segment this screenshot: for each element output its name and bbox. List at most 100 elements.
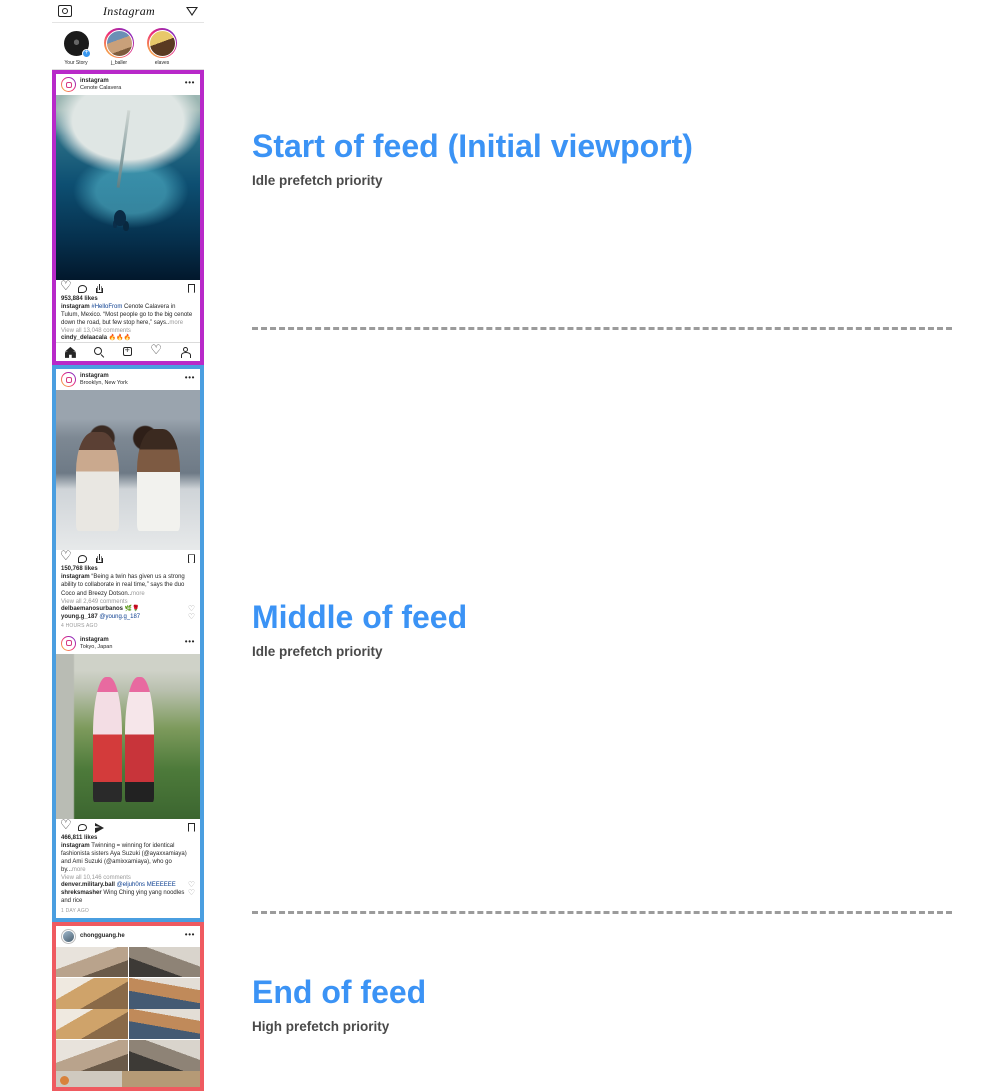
story-item[interactable]: elaves <box>145 28 179 66</box>
feed-card-start: instagram Cenote Calavera ••• 953,884 li… <box>52 70 204 366</box>
post-location[interactable]: Tokyo, Japan <box>80 644 181 650</box>
home-icon[interactable] <box>65 347 76 358</box>
comment-icon[interactable] <box>78 823 88 833</box>
comment-row: cindy_delaacala 🔥🔥🔥 <box>56 334 200 342</box>
igtv-icon[interactable] <box>185 6 198 16</box>
image-tile <box>56 1040 128 1071</box>
view-comments-link[interactable]: View all 13,048 comments <box>56 327 200 334</box>
post-actions <box>56 279 200 296</box>
share-icon[interactable] <box>95 284 105 294</box>
post-username[interactable]: instagram <box>80 78 181 85</box>
story-label: Your Story <box>64 60 88 66</box>
comment-username[interactable]: cindy_delaacala <box>61 335 107 341</box>
image-tile <box>56 946 128 977</box>
share-icon[interactable] <box>95 822 105 833</box>
post-location[interactable]: Brooklyn, New York <box>80 380 181 386</box>
avatar[interactable] <box>61 635 76 651</box>
post-header: chongguang.he ••• <box>56 925 200 947</box>
avatar[interactable] <box>61 77 76 92</box>
avatar <box>105 29 133 57</box>
post-actions <box>56 549 200 566</box>
post-meta: instagram Cenote Calavera <box>80 78 181 91</box>
view-comments-link[interactable]: View all 10,146 comments <box>56 874 200 881</box>
comment-like-icon[interactable]: ♡ <box>188 889 195 897</box>
post-image[interactable] <box>56 946 200 1009</box>
post-header: instagram Cenote Calavera ••• <box>56 74 200 95</box>
comment-username[interactable]: denver.military.ball <box>61 882 115 888</box>
story-item[interactable]: + Your Story <box>59 28 93 66</box>
story-ring: + <box>61 28 91 58</box>
post-caption: instagram “Being a twin has given us a s… <box>56 573 200 597</box>
post-image[interactable] <box>56 95 200 280</box>
bookmark-icon[interactable] <box>185 554 195 564</box>
image-tile <box>128 946 200 977</box>
section-divider <box>252 327 952 330</box>
post-image[interactable] <box>56 653 200 819</box>
activity-heart-icon[interactable] <box>150 343 162 358</box>
post-location[interactable]: Cenote Calavera <box>80 85 181 91</box>
story-item[interactable]: j_baller <box>102 28 136 66</box>
add-story-icon[interactable]: + <box>82 49 91 58</box>
comment-username[interactable]: young.g_187 <box>61 614 98 620</box>
add-post-icon[interactable] <box>122 345 133 358</box>
post-menu-icon[interactable]: ••• <box>185 78 195 91</box>
comment-row: denver.military.ball @eljuh0ns MEEEEEE ♡ <box>56 881 200 889</box>
profile-icon[interactable] <box>180 346 191 359</box>
comment-icon[interactable] <box>78 554 88 564</box>
story-label: j_baller <box>110 60 128 66</box>
caption-username[interactable]: instagram <box>61 843 90 849</box>
bookmark-icon[interactable] <box>185 823 195 833</box>
view-comments-link[interactable]: View all 2,649 comments <box>56 598 200 605</box>
app-topbar: Instagram <box>52 0 204 23</box>
post-menu-icon[interactable]: ••• <box>185 373 195 386</box>
post-timestamp: 1 DAY AGO <box>61 907 90 914</box>
post-menu-icon[interactable]: ••• <box>185 637 195 650</box>
post-username[interactable]: chongguang.he <box>80 933 181 940</box>
caption-more-link[interactable]: more <box>169 320 183 326</box>
instagram-app-chrome: Instagram + Your Story j_baller elaves <box>52 0 204 70</box>
post-caption: instagram #HelloFrom Cenote Calavera in … <box>56 303 200 327</box>
post-header: instagram Tokyo, Japan ••• <box>56 632 200 654</box>
stories-tray[interactable]: + Your Story j_baller elaves <box>52 23 204 69</box>
post-username[interactable]: instagram <box>80 637 181 644</box>
app-logo: Instagram <box>102 3 156 18</box>
caption-username[interactable]: instagram <box>61 304 90 310</box>
caption-more-link[interactable]: more <box>72 867 86 873</box>
bottom-tabbar[interactable] <box>56 342 200 362</box>
post-image[interactable] <box>56 1008 200 1071</box>
comment-username[interactable]: delbaemanosurbanos <box>61 606 123 612</box>
avatar[interactable] <box>61 372 76 388</box>
caption-hashtag[interactable]: #HelloFrom <box>91 304 122 310</box>
caption-more-link[interactable]: more <box>131 591 145 597</box>
like-count: 466,811 likes <box>61 834 98 841</box>
image-tile <box>56 978 128 1009</box>
post-menu-icon[interactable]: ••• <box>185 930 195 943</box>
story-ring <box>147 28 177 58</box>
caption-username[interactable]: instagram <box>61 574 90 580</box>
post-meta: instagram Tokyo, Japan <box>80 637 181 650</box>
like-icon[interactable] <box>60 818 72 833</box>
share-icon[interactable] <box>95 554 105 564</box>
comment-like-icon[interactable]: ♡ <box>188 612 195 621</box>
camera-icon[interactable] <box>58 5 72 17</box>
like-count: 953,884 likes <box>61 296 98 302</box>
post-image[interactable] <box>56 390 200 551</box>
image-tile <box>56 1008 128 1039</box>
feed-card-end: chongguang.he ••• <box>52 921 204 1091</box>
avatar[interactable] <box>61 928 76 944</box>
comment-icon[interactable] <box>78 284 88 294</box>
bookmark-icon[interactable] <box>185 284 195 294</box>
story-ring <box>104 28 134 58</box>
like-count: 150,768 likes <box>61 566 98 573</box>
comment-text: 🌿🌹 <box>123 605 140 612</box>
like-icon[interactable] <box>60 549 72 564</box>
avatar <box>148 29 176 57</box>
post-username[interactable]: instagram <box>80 373 181 380</box>
comment-text: 🔥🔥🔥 <box>108 335 132 342</box>
search-icon[interactable] <box>93 346 105 358</box>
comment-row: delbaemanosurbanos 🌿🌹 ♡ <box>56 604 200 613</box>
like-icon[interactable] <box>60 279 72 294</box>
comment-username[interactable]: shreksmasher <box>61 890 102 896</box>
annotation-subtitle: High prefetch priority <box>252 1018 390 1034</box>
annotation-title: Start of feed (Initial viewport) <box>252 128 693 164</box>
